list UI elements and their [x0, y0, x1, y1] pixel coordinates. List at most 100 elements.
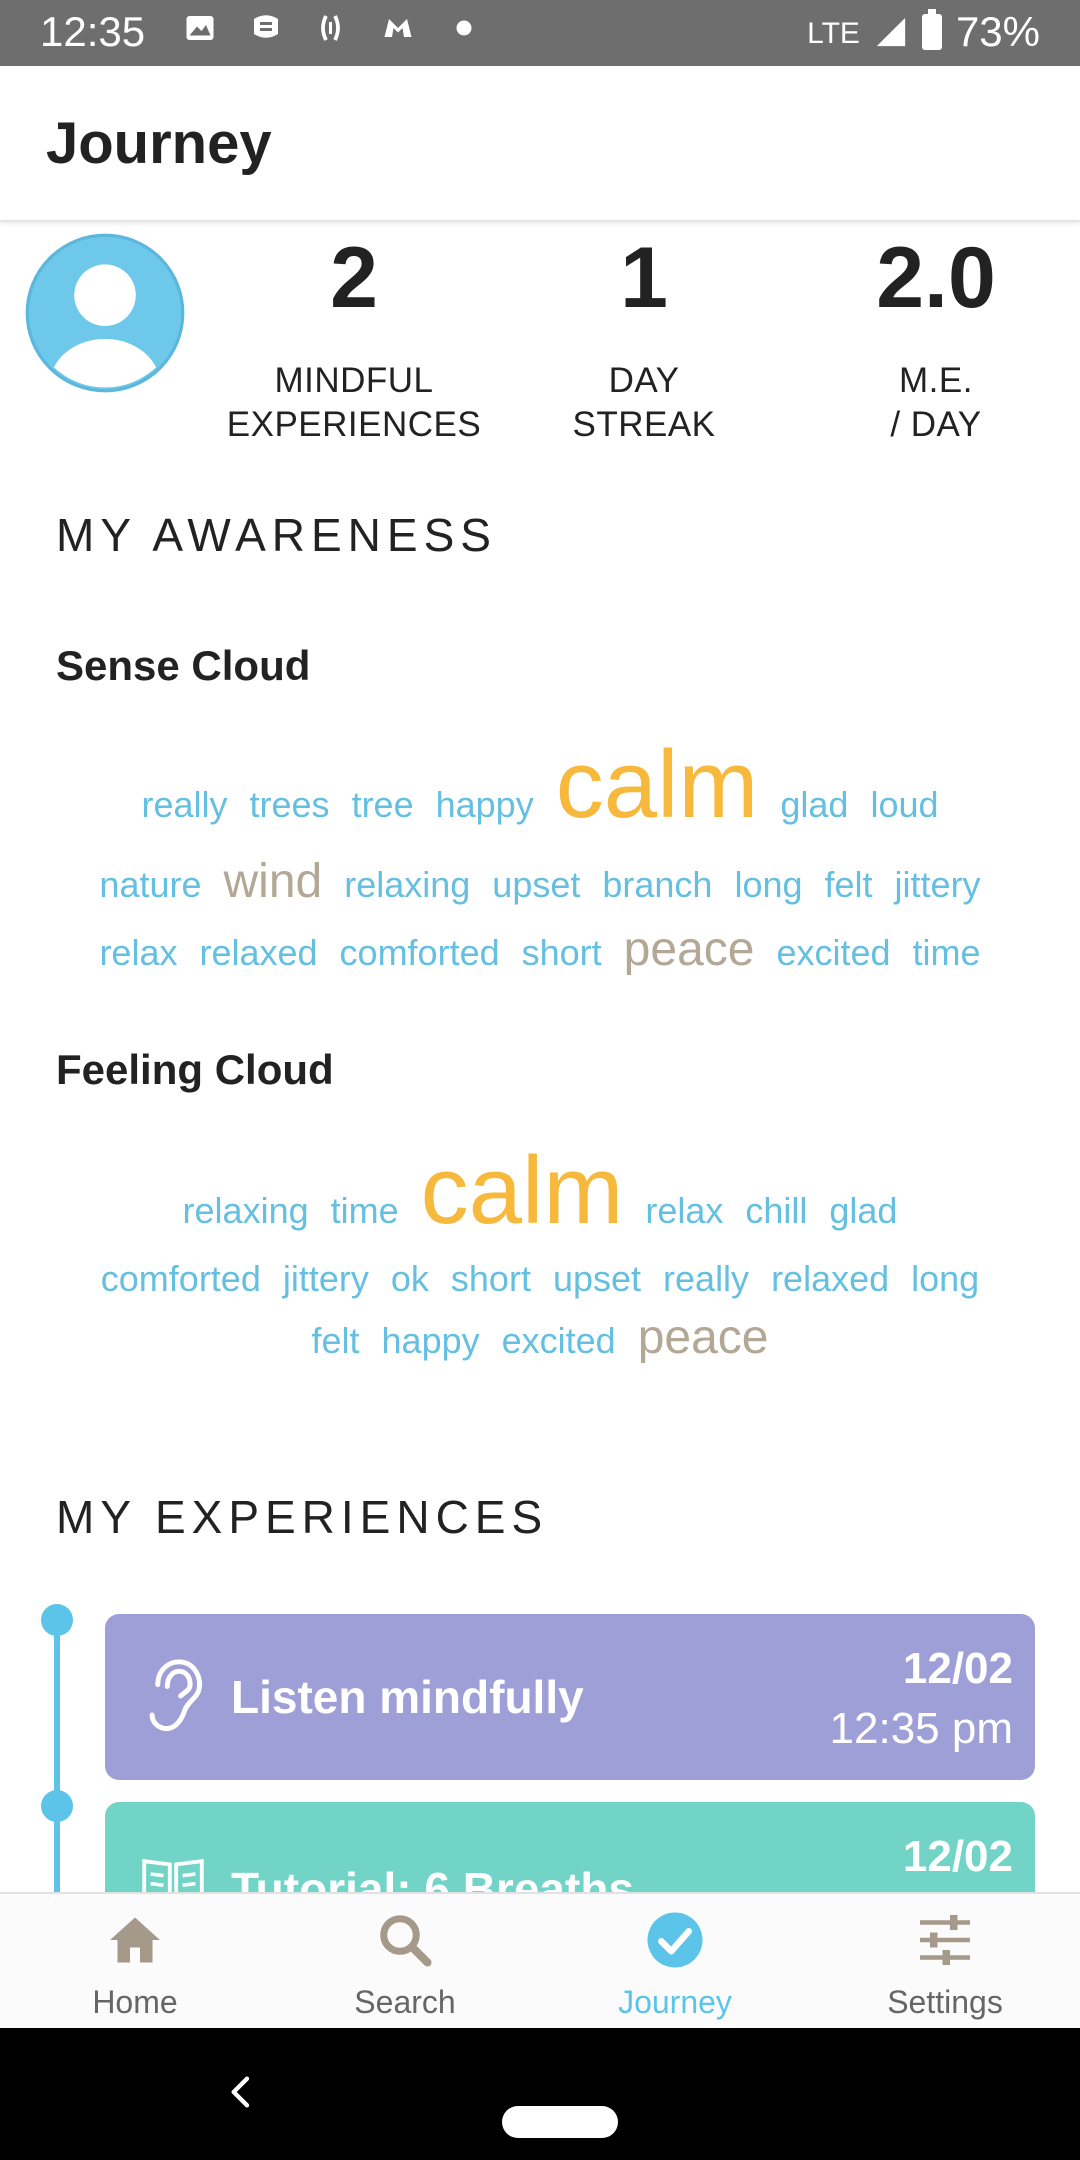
- back-icon[interactable]: [222, 2072, 262, 2112]
- experience-time: 12:35 pm: [829, 1704, 1013, 1753]
- stat-day-streak: 1 DAY STREAK: [532, 235, 756, 447]
- timeline-dot: [41, 1604, 73, 1636]
- cloud-word[interactable]: long: [734, 864, 802, 906]
- cloud-word[interactable]: relaxing: [344, 864, 470, 906]
- cloud-word[interactable]: short: [522, 932, 602, 974]
- cloud-word[interactable]: excited: [776, 932, 890, 974]
- experience-card[interactable]: Listen mindfully 12/02 12:35 pm: [105, 1614, 1035, 1780]
- page-title: Journey: [46, 111, 272, 176]
- cloud-word[interactable]: calm: [421, 1136, 624, 1246]
- cloud-word[interactable]: ok: [391, 1258, 429, 1300]
- cloud-word[interactable]: felt: [825, 864, 873, 906]
- cloud-word[interactable]: glad: [780, 784, 848, 826]
- cloud-word[interactable]: happy: [382, 1320, 480, 1362]
- stat-mindful-experiences: 2 MINDFUL EXPERIENCES: [218, 235, 490, 447]
- bottom-nav: Home Search Journey Settings: [0, 1892, 1080, 2030]
- stat-value: 2.0: [876, 230, 996, 326]
- sense-cloud-heading: Sense Cloud: [56, 642, 311, 689]
- cloud-word[interactable]: time: [913, 932, 981, 974]
- cloud-word[interactable]: relax: [99, 932, 177, 974]
- cloud-word[interactable]: relaxed: [199, 932, 317, 974]
- stat-label-line: / DAY: [890, 405, 982, 444]
- cloud-word[interactable]: happy: [436, 784, 534, 826]
- cloud-row: relax relaxed comforted short peace exci…: [40, 922, 1040, 977]
- experience-title: Listen mindfully: [231, 1671, 584, 1723]
- cloud-word[interactable]: really: [663, 1258, 749, 1300]
- cloud-word[interactable]: really: [141, 784, 227, 826]
- stat-label-line: DAY: [608, 361, 680, 400]
- nav-search[interactable]: Search: [270, 1894, 540, 2030]
- cloud-word[interactable]: relax: [645, 1190, 723, 1232]
- sliders-icon: [920, 1915, 970, 1965]
- check-circle-icon: [647, 1912, 703, 1968]
- avatar[interactable]: [24, 232, 186, 394]
- cloud-word[interactable]: excited: [502, 1320, 616, 1362]
- signal-sound-icon: [321, 15, 340, 41]
- home-pill[interactable]: [502, 2106, 618, 2138]
- feeling-cloud-heading: Feeling Cloud: [56, 1046, 334, 1093]
- cloud-row: nature wind relaxing upset branch long f…: [40, 854, 1040, 909]
- system-nav-bar: [0, 2028, 1080, 2160]
- cloud-word[interactable]: wind: [224, 854, 323, 909]
- nav-journey[interactable]: Journey: [540, 1894, 810, 2030]
- cloud-word[interactable]: nature: [99, 864, 201, 906]
- malwarebytes-icon: [384, 19, 412, 37]
- experience-date: 12/02: [902, 1644, 1013, 1693]
- app-icon: [254, 15, 278, 38]
- timeline-dot: [41, 1790, 73, 1822]
- nav-label: Settings: [887, 1984, 1003, 2020]
- cloud-word[interactable]: upset: [492, 864, 580, 906]
- stat-label: DAY STREAK: [532, 359, 756, 447]
- cloud-word[interactable]: jittery: [283, 1258, 369, 1300]
- cloud-word[interactable]: upset: [553, 1258, 641, 1300]
- network-label: LTE: [807, 17, 860, 50]
- cloud-word[interactable]: comforted: [340, 932, 500, 974]
- cloud-row: felt happy excited peace: [40, 1310, 1040, 1365]
- stat-label: M.E. / DAY: [826, 359, 1046, 447]
- ear-icon: [149, 1659, 203, 1732]
- cloud-word[interactable]: time: [331, 1190, 399, 1232]
- cloud-row: comforted jittery ok short upset really …: [40, 1258, 1040, 1300]
- cloud-word[interactable]: relaxing: [183, 1190, 309, 1232]
- nav-label: Journey: [618, 1984, 732, 2020]
- awareness-heading: MY AWARENESS: [56, 509, 497, 561]
- cloud-row: relaxing time calm relax chill glad: [40, 1136, 1040, 1246]
- experience-date: 12/02: [902, 1832, 1013, 1881]
- cloud-word[interactable]: trees: [250, 784, 330, 826]
- cloud-word[interactable]: loud: [870, 784, 938, 826]
- cloud-word[interactable]: comforted: [101, 1258, 261, 1300]
- cloud-word[interactable]: jittery: [895, 864, 981, 906]
- cloud-word[interactable]: short: [451, 1258, 531, 1300]
- battery-icon: [921, 9, 942, 50]
- cloud-word[interactable]: glad: [829, 1190, 897, 1232]
- dot-icon: [456, 20, 472, 36]
- cloud-row: really trees tree happy calm glad loud: [40, 730, 1040, 840]
- stat-label: MINDFUL EXPERIENCES: [218, 359, 490, 447]
- cloud-word[interactable]: relaxed: [771, 1258, 889, 1300]
- search-icon: [380, 1915, 432, 1967]
- cloud-word[interactable]: long: [911, 1258, 979, 1300]
- stat-label-line: STREAK: [572, 405, 716, 444]
- status-time: 12:35: [40, 8, 146, 55]
- status-right: LTE 73%: [807, 8, 1040, 56]
- notification-icons: [182, 10, 482, 46]
- cloud-word[interactable]: peace: [624, 922, 755, 977]
- cloud-word[interactable]: calm: [556, 730, 759, 840]
- stat-value: 2: [330, 230, 378, 326]
- battery-percent: 73%: [955, 8, 1040, 55]
- nav-home[interactable]: Home: [0, 1894, 270, 2030]
- cloud-word[interactable]: branch: [602, 864, 712, 906]
- home-icon: [110, 1917, 160, 1963]
- cloud-word[interactable]: felt: [312, 1320, 360, 1362]
- cloud-word[interactable]: tree: [352, 784, 414, 826]
- nav-label: Search: [354, 1984, 456, 2020]
- timeline-line: [54, 1620, 60, 1900]
- cloud-word[interactable]: chill: [745, 1190, 807, 1232]
- stat-label-line: EXPERIENCES: [226, 405, 482, 444]
- nav-settings[interactable]: Settings: [810, 1894, 1080, 2030]
- signal-icon: [876, 17, 906, 47]
- stat-label-line: M.E.: [899, 361, 973, 400]
- nav-label: Home: [92, 1984, 178, 2020]
- experiences-heading: MY EXPERIENCES: [56, 1491, 549, 1543]
- cloud-word[interactable]: peace: [638, 1310, 769, 1365]
